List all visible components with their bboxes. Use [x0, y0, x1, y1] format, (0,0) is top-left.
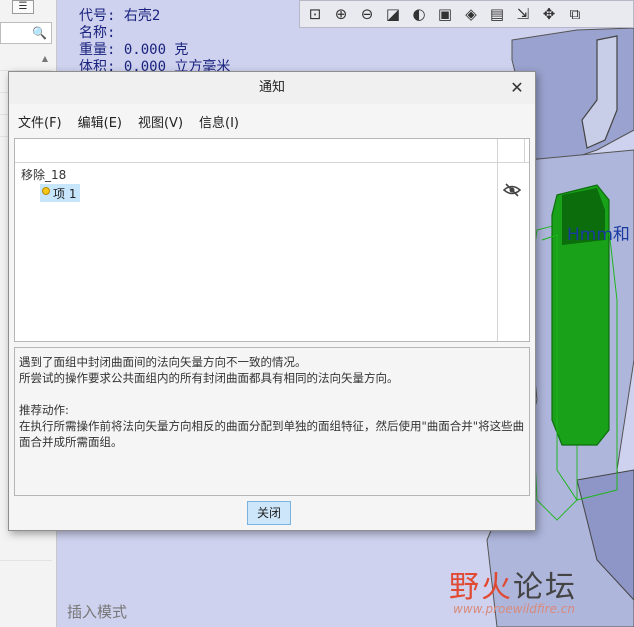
watermark-url: www.proewildfire.cn: [453, 602, 575, 616]
watermark-title-b: 论坛: [513, 570, 577, 605]
annotation-icon[interactable]: ⧉: [564, 3, 586, 25]
status-mode: 插入模式: [67, 603, 128, 621]
feature-tree[interactable]: 移除_18 项 1: [14, 138, 530, 342]
shading-icon[interactable]: ◐: [408, 3, 430, 25]
tree-item-label: 项 1: [53, 187, 77, 201]
menu-file[interactable]: 文件(F): [18, 112, 62, 131]
graphics-annotation: Hmm和: [567, 225, 630, 245]
message-action-title: 推荐动作:: [19, 403, 69, 417]
menu-view[interactable]: 视图(V): [138, 112, 183, 131]
dialog-menubar: 文件(F) 编辑(E) 视图(V) 信息(I): [9, 104, 535, 138]
column-divider: [497, 163, 498, 341]
search-input[interactable]: 🔍: [0, 22, 52, 44]
column-divider: [497, 139, 498, 163]
view-manager-icon[interactable]: ▤: [486, 3, 508, 25]
tree-item-child[interactable]: 项 1: [40, 184, 81, 202]
datum-display-icon[interactable]: ⇲: [512, 3, 534, 25]
message-line-2: 所尝试的操作要求公共面组内的所有封闭曲面都具有相同的法向矢量方向。: [19, 371, 399, 385]
menu-info[interactable]: 信息(I): [199, 112, 239, 131]
refit-icon[interactable]: ◪: [382, 3, 404, 25]
model-weight: 重量: 0.000 克: [79, 42, 189, 58]
notification-dialog: 通知 ✕ 文件(F) 编辑(E) 视图(V) 信息(I) 移除_18 项 1 遇…: [8, 71, 536, 531]
zoom-window-icon[interactable]: ⊡: [304, 3, 326, 25]
scroll-up-icon[interactable]: ▲: [38, 54, 52, 66]
close-button[interactable]: 关闭: [247, 501, 291, 525]
tree-header: [15, 139, 529, 163]
saved-views-icon[interactable]: ◈: [460, 3, 482, 25]
dialog-title: 通知: [258, 80, 285, 95]
zoom-out-icon[interactable]: ⊖: [356, 3, 378, 25]
list-view-icon[interactable]: ☰: [12, 0, 34, 14]
spin-center-icon[interactable]: ✥: [538, 3, 560, 25]
zoom-in-icon[interactable]: ⊕: [330, 3, 352, 25]
dialog-titlebar[interactable]: 通知 ✕: [9, 72, 535, 104]
display-style-icon[interactable]: ▣: [434, 3, 456, 25]
message-line-1: 遇到了面组中封闭曲面间的法向矢量方向不一致的情况。: [19, 355, 307, 369]
model-properties: 代号: 右壳2 名称: 重量: 0.000 克 体积: 0.000 立方毫米: [79, 8, 230, 76]
search-icon: 🔍: [32, 26, 47, 40]
message-text: 遇到了面组中封闭曲面间的法向矢量方向不一致的情况。 所尝试的操作要求公共面组内的…: [14, 347, 530, 496]
view-toolbar: ⊡ ⊕ ⊖ ◪ ◐ ▣ ◈ ▤ ⇲ ✥ ⧉: [299, 0, 634, 28]
watermark-title-a: 野火: [449, 570, 513, 605]
hidden-eye-icon[interactable]: [503, 183, 521, 197]
close-icon[interactable]: ✕: [509, 72, 525, 104]
divider: [0, 560, 52, 561]
tree-item-root[interactable]: 移除_18: [21, 166, 66, 183]
message-action-text: 在执行所需操作前将法向矢量方向相反的曲面分配到单独的面组特征，然后使用"曲面合并…: [19, 419, 525, 449]
model-code: 代号: 右壳2: [79, 8, 161, 24]
status-dot-icon: [42, 186, 50, 195]
menu-edit[interactable]: 编辑(E): [78, 112, 122, 131]
forum-watermark: 野火论坛 www.proewildfire.cn: [449, 562, 577, 616]
model-name: 名称:: [79, 25, 116, 41]
column-divider: [524, 139, 525, 163]
